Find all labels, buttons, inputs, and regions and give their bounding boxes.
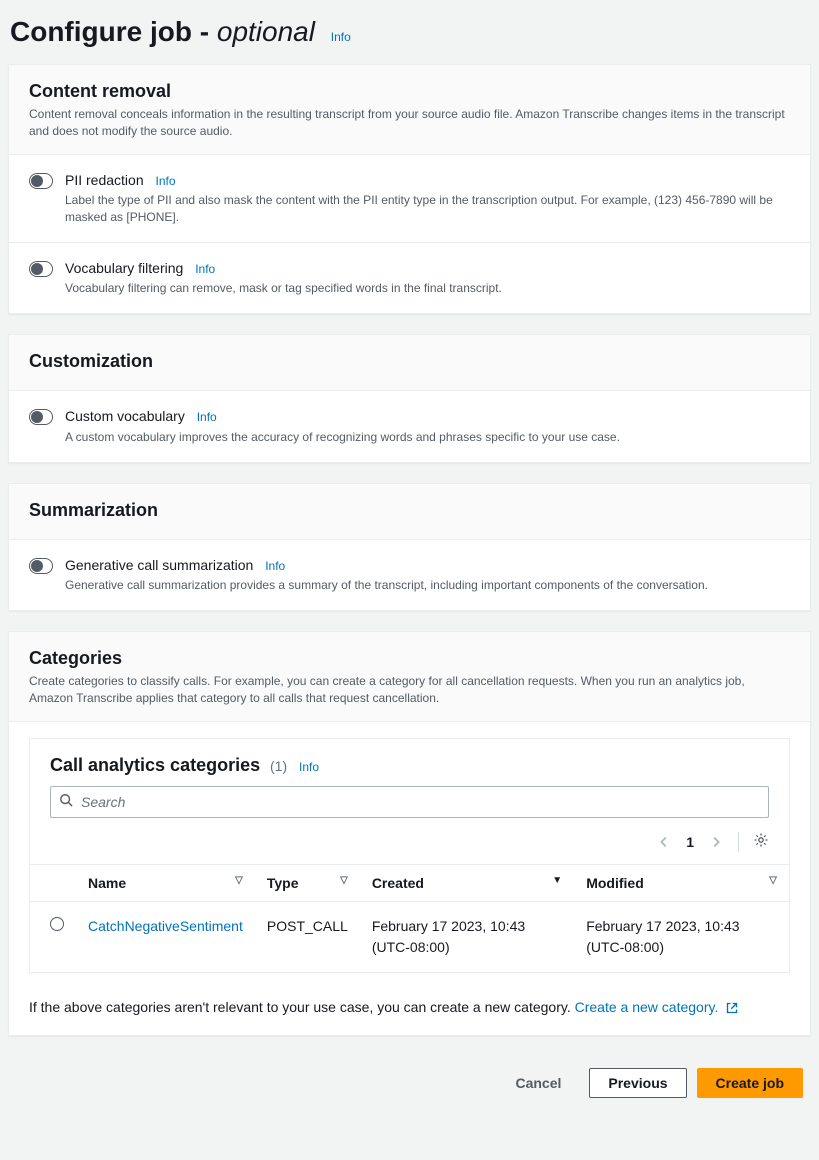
search-icon (59, 793, 73, 810)
sort-caret-active-icon (552, 875, 562, 886)
content-removal-panel: Content removal Content removal conceals… (8, 64, 811, 314)
search-input[interactable] (81, 794, 760, 810)
col-modified-label: Modified (586, 875, 644, 891)
pagination: 1 (30, 828, 789, 864)
gen-summary-label-text: Generative call summarization (65, 557, 253, 573)
call-analytics-count: (1) (270, 758, 287, 774)
vocab-filter-info-link[interactable]: Info (195, 262, 215, 276)
custom-vocab-toggle[interactable] (29, 409, 53, 425)
gen-summary-label: Generative call summarization Info (65, 556, 790, 576)
row-radio[interactable] (50, 917, 64, 931)
panel-header: Categories Create categories to classify… (9, 632, 810, 722)
content-removal-description: Content removal conceals information in … (29, 106, 790, 140)
call-analytics-container: Call analytics categories (1) Info 1 (29, 738, 790, 973)
categories-footer: If the above categories aren't relevant … (9, 987, 810, 1035)
col-name-label: Name (88, 875, 126, 891)
summarization-title: Summarization (29, 500, 790, 521)
page-prev-button[interactable] (656, 834, 672, 850)
categories-table: Name Type Created Modified (30, 864, 789, 972)
col-type[interactable]: Type (255, 864, 360, 901)
pii-redaction-row: PII redaction Info Label the type of PII… (9, 155, 810, 242)
create-category-link-text: Create a new category. (575, 999, 719, 1015)
create-category-link[interactable]: Create a new category. (575, 999, 739, 1015)
call-analytics-title: Call analytics categories (50, 755, 260, 775)
call-analytics-info-link[interactable]: Info (299, 760, 319, 774)
categories-panel: Categories Create categories to classify… (8, 631, 811, 1036)
gen-summary-row: Generative call summarization Info Gener… (9, 540, 810, 610)
categories-title: Categories (29, 648, 790, 669)
gen-summary-toggle[interactable] (29, 558, 53, 574)
col-name[interactable]: Name (76, 864, 255, 901)
page-info-link[interactable]: Info (331, 30, 351, 44)
pii-redaction-toggle[interactable] (29, 173, 53, 189)
external-link-icon (726, 1001, 738, 1017)
cancel-button[interactable]: Cancel (497, 1068, 579, 1098)
previous-button[interactable]: Previous (589, 1068, 686, 1098)
panel-header: Summarization (9, 484, 810, 540)
gen-summary-info-link[interactable]: Info (265, 559, 285, 573)
title-main: Configure job (10, 16, 192, 47)
col-type-label: Type (267, 875, 299, 891)
panel-header: Content removal Content removal conceals… (9, 65, 810, 155)
category-modified: February 17 2023, 10:43 (UTC-08:00) (574, 901, 789, 972)
gear-icon (753, 832, 769, 851)
sort-caret-icon (769, 875, 777, 886)
col-created-label: Created (372, 875, 424, 891)
custom-vocab-label: Custom vocabulary Info (65, 407, 790, 427)
title-optional: optional (217, 16, 315, 47)
title-sep: - (192, 16, 217, 47)
categories-footer-text: If the above categories aren't relevant … (29, 999, 575, 1015)
custom-vocab-label-text: Custom vocabulary (65, 408, 185, 424)
summarization-panel: Summarization Generative call summarizat… (8, 483, 811, 611)
pii-info-link[interactable]: Info (156, 174, 176, 188)
category-created: February 17 2023, 10:43 (UTC-08:00) (360, 901, 574, 972)
vocab-filter-row: Vocabulary filtering Info Vocabulary fil… (9, 242, 810, 313)
customization-title: Customization (29, 351, 790, 372)
pager-separator (738, 832, 739, 852)
panel-header: Customization (9, 335, 810, 391)
settings-button[interactable] (753, 834, 769, 850)
categories-description: Create categories to classify calls. For… (29, 673, 790, 707)
page-number: 1 (686, 834, 694, 850)
vocab-filter-label-text: Vocabulary filtering (65, 260, 183, 276)
page-next-button[interactable] (708, 834, 724, 850)
sort-caret-icon (235, 875, 243, 886)
sort-caret-icon (340, 875, 348, 886)
content-removal-title: Content removal (29, 81, 790, 102)
inner-header: Call analytics categories (1) Info (30, 739, 789, 786)
customization-panel: Customization Custom vocabulary Info A c… (8, 334, 811, 462)
custom-vocab-info-link[interactable]: Info (197, 410, 217, 424)
vocab-filter-label: Vocabulary filtering Info (65, 259, 790, 279)
pii-redaction-description: Label the type of PII and also mask the … (65, 192, 790, 226)
custom-vocab-row: Custom vocabulary Info A custom vocabula… (9, 391, 810, 461)
page-title: Configure job - optional Info (10, 16, 811, 48)
vocab-filter-description: Vocabulary filtering can remove, mask or… (65, 280, 790, 297)
custom-vocab-description: A custom vocabulary improves the accurac… (65, 429, 790, 446)
col-radio (30, 864, 76, 901)
search-box (50, 786, 769, 818)
create-job-button[interactable]: Create job (697, 1068, 803, 1098)
category-type: POST_CALL (255, 901, 360, 972)
category-name-link[interactable]: CatchNegativeSentiment (88, 918, 243, 934)
col-modified[interactable]: Modified (574, 864, 789, 901)
wizard-actions: Cancel Previous Create job (8, 1056, 811, 1110)
table-row: CatchNegativeSentiment POST_CALL Februar… (30, 901, 789, 972)
col-created[interactable]: Created (360, 864, 574, 901)
pii-redaction-label-text: PII redaction (65, 172, 144, 188)
pii-redaction-label: PII redaction Info (65, 171, 790, 191)
gen-summary-description: Generative call summarization provides a… (65, 577, 790, 594)
vocab-filter-toggle[interactable] (29, 261, 53, 277)
